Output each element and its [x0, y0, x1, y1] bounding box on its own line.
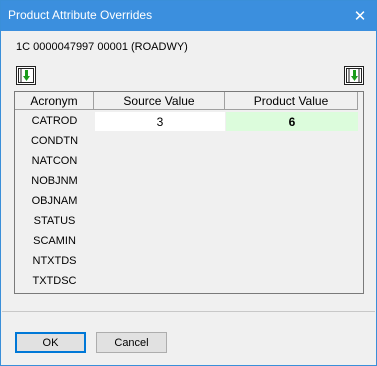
- record-identifier: 1C 0000047997 00001 (ROADWY): [16, 41, 188, 53]
- row-acronym-nobjnm[interactable]: NOBJNM: [15, 171, 94, 191]
- column-header-source-value[interactable]: Source Value: [94, 92, 225, 110]
- title-bar[interactable]: Product Attribute Overrides ✕: [1, 1, 376, 31]
- cancel-button[interactable]: Cancel: [96, 332, 167, 353]
- download-right-icon[interactable]: [344, 66, 364, 85]
- row-acronym-catrod[interactable]: CATROD: [15, 111, 94, 131]
- column-header-product-value[interactable]: Product Value: [225, 92, 358, 110]
- close-icon[interactable]: ✕: [344, 1, 376, 30]
- footer-divider: [2, 311, 375, 312]
- cell-product-catrod[interactable]: 6: [226, 112, 358, 131]
- row-acronym-status[interactable]: STATUS: [15, 211, 94, 231]
- cell-source-catrod[interactable]: 3: [95, 112, 225, 131]
- row-acronym-objnam[interactable]: OBJNAM: [15, 191, 94, 211]
- ok-button[interactable]: OK: [15, 332, 86, 353]
- dialog-window: Product Attribute Overrides ✕ 1C 0000047…: [0, 0, 377, 366]
- row-acronym-condtn[interactable]: CONDTN: [15, 131, 94, 151]
- row-acronym-scamin[interactable]: SCAMIN: [15, 231, 94, 251]
- row-acronym-ntxtds[interactable]: NTXTDS: [15, 251, 94, 271]
- attribute-grid[interactable]: Acronym Source Value Product Value CATRO…: [14, 91, 364, 294]
- row-acronym-txtdsc[interactable]: TXTDSC: [15, 271, 94, 291]
- window-title: Product Attribute Overrides: [8, 8, 153, 22]
- row-acronym-natcon[interactable]: NATCON: [15, 151, 94, 171]
- download-left-icon[interactable]: [16, 66, 36, 85]
- column-header-acronym[interactable]: Acronym: [15, 92, 94, 110]
